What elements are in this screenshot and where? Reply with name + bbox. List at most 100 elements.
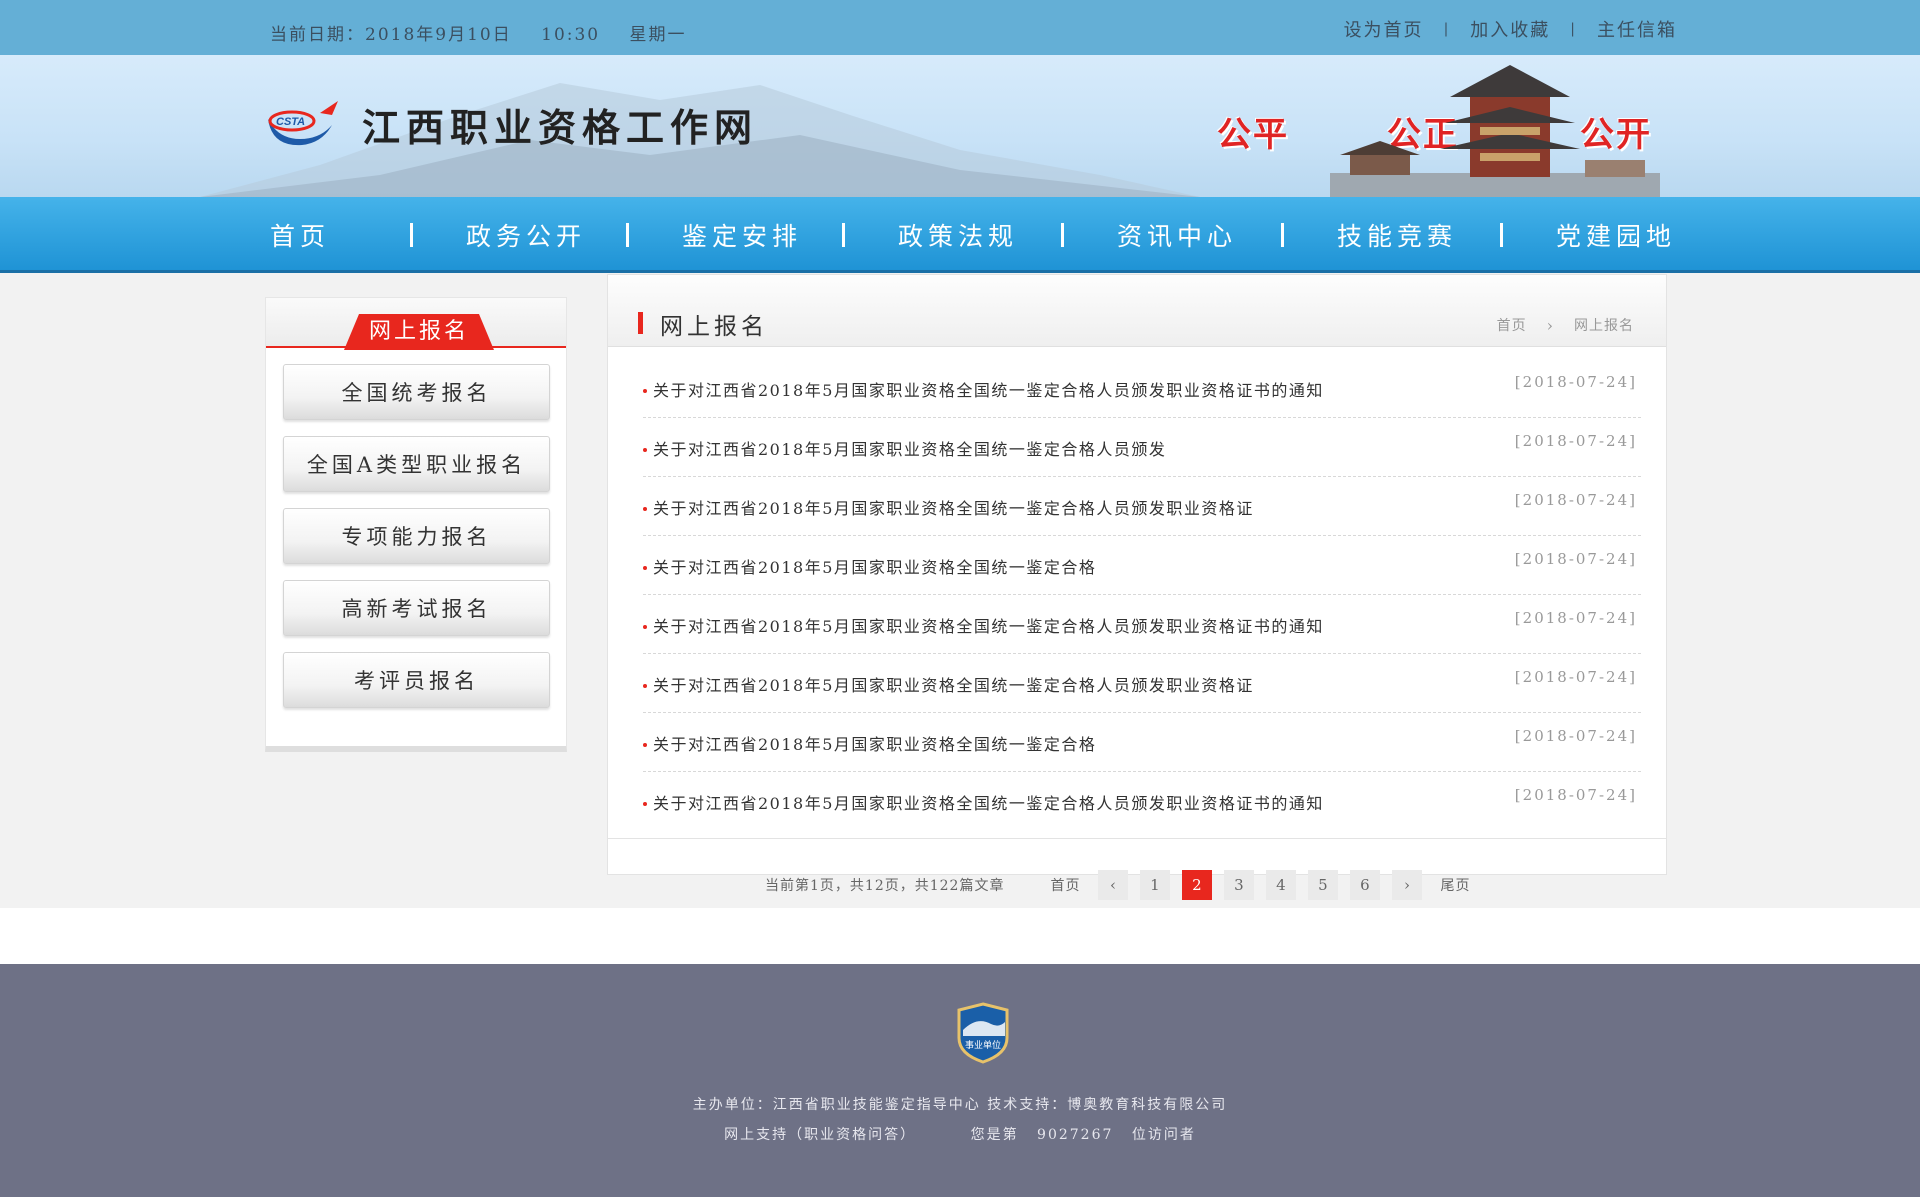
header-banner: CSTA 江西职业资格工作网 公平 公正 公开 — [0, 55, 1920, 197]
news-date: [2018-07-24] — [1514, 727, 1637, 745]
nav-item-government-affairs[interactable]: 政务公开 — [466, 217, 626, 253]
visitor-count: 9027267 — [1037, 1127, 1114, 1143]
footer-support-info: 网上支持（职业资格问答） 您是第 9027267 位访问者 — [0, 1124, 1920, 1144]
site-logo[interactable]: CSTA 江西职业资格工作网 — [262, 97, 758, 152]
list-item[interactable]: 关于对江西省2018年5月国家职业资格全国统一鉴定合格人员颁发职业资格证书的通知… — [643, 359, 1641, 418]
page-button-1[interactable]: 1 — [1140, 870, 1171, 900]
bullet-icon — [643, 684, 647, 688]
news-date: [2018-07-24] — [1514, 786, 1637, 804]
prev-page-button[interactable]: ‹ — [1098, 870, 1129, 900]
panel-header: 网上报名 首页 › 网上报名 — [608, 275, 1666, 347]
chevron-right-icon: › — [1546, 315, 1554, 335]
national-a-type-registration-button[interactable]: 全国A类型职业报名 — [283, 436, 550, 492]
list-item[interactable]: 关于对江西省2018年5月国家职业资格全国统一鉴定合格人员颁发职业资格证书的通知… — [643, 772, 1641, 831]
visitor-suffix: 位访问者 — [1131, 1127, 1196, 1143]
csta-logo-icon: CSTA — [268, 100, 338, 145]
site-title: 江西职业资格工作网 — [362, 105, 759, 150]
chevron-left-icon: ‹ — [1109, 876, 1117, 894]
list-item[interactable]: 关于对江西省2018年5月国家职业资格全国统一鉴定合格人员颁发职业资格证 [201… — [643, 477, 1641, 536]
current-date: 当前日期：2018年9月10日 10:30 星期一 — [270, 20, 709, 45]
set-homepage-link[interactable]: 设为首页 — [1344, 16, 1424, 42]
top-bar: 当前日期：2018年9月10日 10:30 星期一 设为首页 | 加入收藏 | … — [0, 0, 1920, 55]
list-item[interactable]: 关于对江西省2018年5月国家职业资格全国统一鉴定合格 [2018-07-24] — [643, 536, 1641, 595]
news-title[interactable]: 关于对江西省2018年5月国家职业资格全国统一鉴定合格人员颁发职业资格证书的通知 — [653, 790, 1324, 814]
next-page-button[interactable]: › — [1392, 870, 1423, 900]
news-title[interactable]: 关于对江西省2018年5月国家职业资格全国统一鉴定合格 — [653, 731, 1096, 755]
list-item[interactable]: 关于对江西省2018年5月国家职业资格全国统一鉴定合格人员颁发 [2018-07-… — [643, 418, 1641, 477]
slogan-open: 公开 — [1580, 115, 1652, 155]
bullet-icon — [643, 743, 647, 747]
special-ability-registration-button[interactable]: 专项能力报名 — [283, 508, 550, 564]
director-mailbox-link[interactable]: 主任信箱 — [1597, 16, 1677, 42]
badge-text: 事业单位 — [965, 1039, 1001, 1051]
bullet-icon — [643, 448, 647, 452]
breadcrumb-home[interactable]: 首页 — [1497, 315, 1527, 335]
bullet-icon — [643, 389, 647, 393]
footer: 事业单位 主办单位：江西省职业技能鉴定指导中心 技术支持：博奥教育科技有限公司 … — [0, 964, 1920, 1197]
nav-item-skill-competition[interactable]: 技能竞赛 — [1337, 217, 1500, 253]
spacer-strip — [0, 908, 1920, 964]
nav-item-home[interactable]: 首页 — [270, 217, 410, 253]
news-date: [2018-07-24] — [1514, 550, 1637, 568]
nav-divider — [1281, 223, 1284, 247]
news-title[interactable]: 关于对江西省2018年5月国家职业资格全国统一鉴定合格人员颁发职业资格证 — [653, 495, 1254, 519]
page-button-6[interactable]: 6 — [1350, 870, 1381, 900]
nav-divider — [410, 223, 413, 247]
add-favorite-link[interactable]: 加入收藏 — [1470, 16, 1550, 42]
divider: | — [1443, 21, 1451, 37]
page-button-5[interactable]: 5 — [1308, 870, 1339, 900]
footer-organizer-info: 主办单位：江西省职业技能鉴定指导中心 技术支持：博奥教育科技有限公司 — [692, 1097, 1228, 1113]
page-button-3[interactable]: 3 — [1224, 870, 1255, 900]
bullet-icon — [643, 507, 647, 511]
visitor-prefix: 您是第 — [970, 1127, 1019, 1143]
weekday: 星期一 — [629, 25, 687, 45]
pagination: 当前第1页，共12页，共122篇文章 首页 ‹ 1 2 3 4 5 6 › 尾页 — [765, 870, 1482, 900]
sidebar-title: 网上报名 — [344, 314, 494, 350]
last-page-link[interactable]: 尾页 — [1440, 875, 1470, 895]
public-institution-badge-icon[interactable]: 事业单位 — [957, 1002, 1009, 1064]
list-item[interactable]: 关于对江西省2018年5月国家职业资格全国统一鉴定合格人员颁发职业资格证 [201… — [643, 654, 1641, 713]
nav-item-news-center[interactable]: 资讯中心 — [1117, 217, 1281, 253]
page-title: 网上报名 — [660, 314, 768, 340]
page-button-4[interactable]: 4 — [1266, 870, 1297, 900]
main-navigation: 首页 政务公开 鉴定安排 政策法规 资讯中心 技能竞赛 党建园地 — [0, 197, 1920, 273]
nav-item-policies[interactable]: 政策法规 — [898, 217, 1061, 253]
breadcrumb: 首页 › 网上报名 — [1497, 315, 1634, 335]
online-support-link[interactable]: 网上支持（职业资格问答） — [724, 1127, 916, 1143]
top-links: 设为首页 | 加入收藏 | 主任信箱 — [1344, 16, 1677, 42]
logo-text: CSTA — [276, 116, 305, 128]
news-title[interactable]: 关于对江西省2018年5月国家职业资格全国统一鉴定合格人员颁发职业资格证书的通知 — [653, 377, 1324, 401]
chevron-right-icon: › — [1403, 876, 1411, 894]
news-title[interactable]: 关于对江西省2018年5月国家职业资格全国统一鉴定合格人员颁发 — [653, 436, 1166, 460]
nav-item-appraisal-schedule[interactable]: 鉴定安排 — [682, 217, 842, 253]
national-exam-registration-button[interactable]: 全国统考报名 — [283, 364, 550, 420]
current-time: 10:30 — [541, 25, 601, 45]
date-label: 当前日期：2018年9月10日 — [270, 25, 512, 45]
slogan-fair: 公平 — [1217, 115, 1289, 155]
examiner-registration-button[interactable]: 考评员报名 — [283, 652, 550, 708]
first-page-link[interactable]: 首页 — [1050, 875, 1080, 895]
news-date: [2018-07-24] — [1514, 668, 1637, 686]
news-date: [2018-07-24] — [1514, 373, 1637, 391]
news-title[interactable]: 关于对江西省2018年5月国家职业资格全国统一鉴定合格人员颁发职业资格证 — [653, 672, 1254, 696]
news-list: 关于对江西省2018年5月国家职业资格全国统一鉴定合格人员颁发职业资格证书的通知… — [643, 359, 1641, 831]
bullet-icon — [643, 625, 647, 629]
visitor-counter: 您是第 9027267 位访问者 — [971, 1127, 1196, 1143]
nav-item-party-building[interactable]: 党建园地 — [1556, 217, 1676, 253]
news-title[interactable]: 关于对江西省2018年5月国家职业资格全国统一鉴定合格 — [653, 554, 1096, 578]
main-panel: 网上报名 首页 › 网上报名 关于对江西省2018年5月国家职业资格全国统一鉴定… — [607, 274, 1667, 875]
divider — [608, 838, 1666, 839]
pagination-info: 当前第1页，共12页，共122篇文章 — [765, 878, 1005, 894]
nav-divider — [1061, 223, 1064, 247]
news-title[interactable]: 关于对江西省2018年5月国家职业资格全国统一鉴定合格人员颁发职业资格证书的通知 — [653, 613, 1324, 637]
list-item[interactable]: 关于对江西省2018年5月国家职业资格全国统一鉴定合格人员颁发职业资格证书的通知… — [643, 595, 1641, 654]
breadcrumb-current: 网上报名 — [1574, 318, 1634, 334]
list-item[interactable]: 关于对江西省2018年5月国家职业资格全国统一鉴定合格 [2018-07-24] — [643, 713, 1641, 772]
nav-divider — [1500, 223, 1503, 247]
news-date: [2018-07-24] — [1514, 609, 1637, 627]
high-tech-exam-registration-button[interactable]: 高新考试报名 — [283, 580, 550, 636]
sidebar-header: 网上报名 — [266, 298, 566, 350]
news-date: [2018-07-24] — [1514, 432, 1637, 450]
bullet-icon — [643, 802, 647, 806]
page-button-2[interactable]: 2 — [1182, 870, 1213, 900]
